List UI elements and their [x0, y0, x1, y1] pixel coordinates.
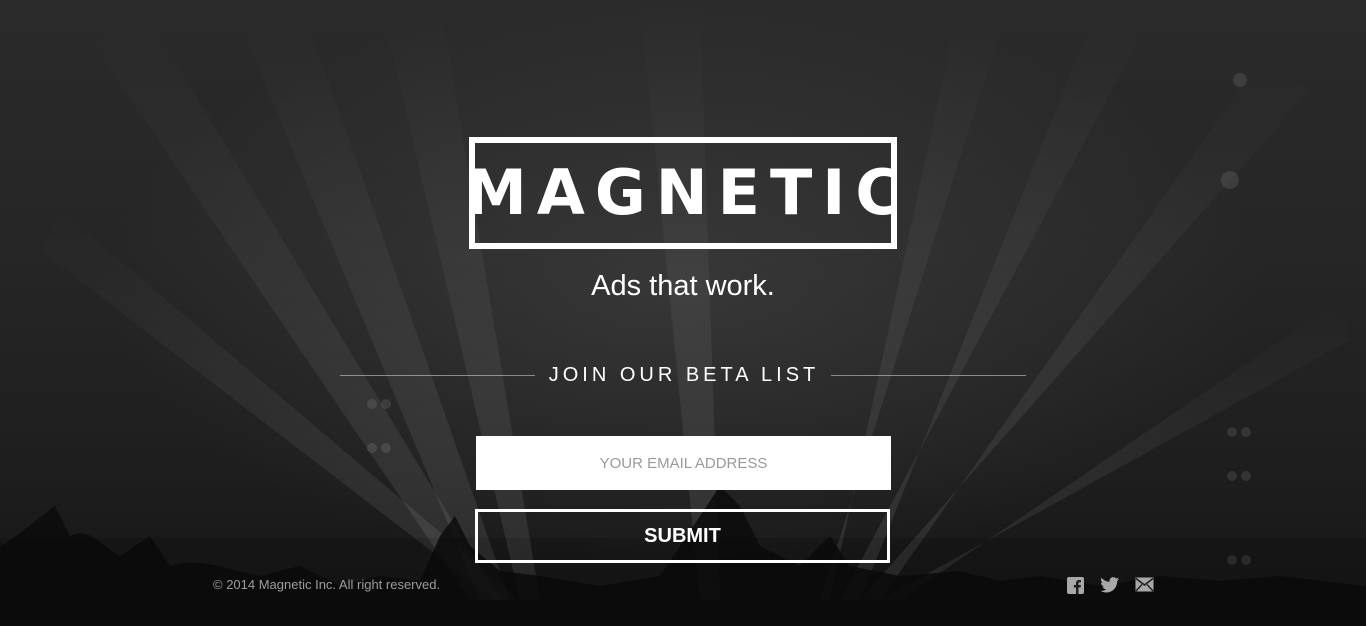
logo-text: MAGNETIC [465, 156, 911, 229]
beta-list-label: JOIN OUR BETA LIST [548, 363, 820, 386]
facebook-icon[interactable] [1067, 577, 1084, 597]
twitter-icon[interactable] [1100, 577, 1119, 597]
logo: MAGNETIC [465, 137, 901, 249]
main-content: MAGNETIC Ads that work. JOIN OUR BETA LI… [0, 0, 1366, 626]
copyright-text: © 2014 Magnetic Inc. All right reserved. [213, 577, 441, 592]
submit-button[interactable]: SUBMIT [475, 509, 890, 563]
landing-page: MAGNETIC Ads that work. JOIN OUR BETA LI… [0, 0, 1366, 626]
tagline: Ads that work. [591, 270, 775, 302]
email-input[interactable] [476, 436, 891, 490]
divider-line-right [831, 374, 1026, 376]
email-icon[interactable] [1135, 577, 1154, 597]
divider-line-left [340, 374, 535, 376]
beta-list-heading: JOIN OUR BETA LIST [340, 360, 1026, 390]
